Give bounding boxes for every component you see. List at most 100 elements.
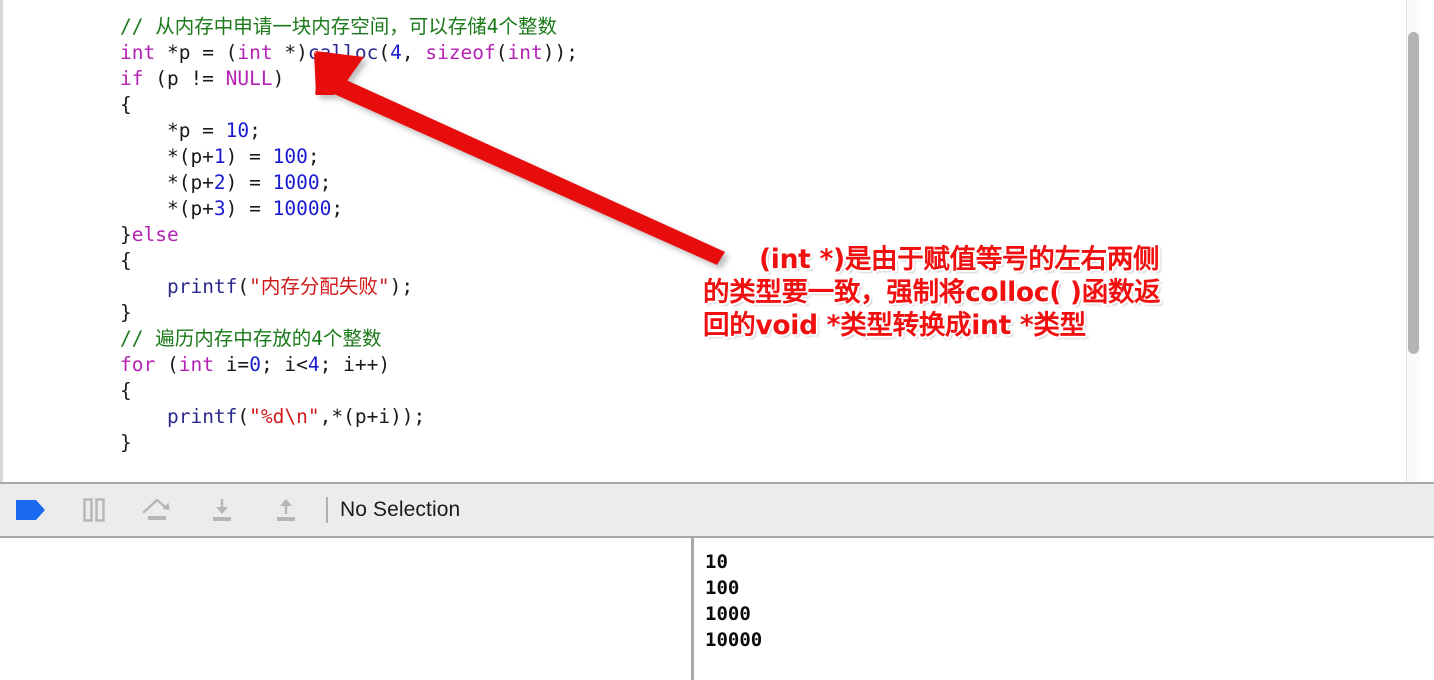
code-token-plain: ; <box>319 171 332 194</box>
code-token-keyword: int <box>237 41 273 64</box>
code-line: { <box>120 378 578 404</box>
code-line: printf("内存分配失败"); <box>120 274 578 300</box>
code-line: int *p = (int *)calloc(4, sizeof(int)); <box>120 40 578 66</box>
code-token-plain: ) = <box>225 145 273 168</box>
code-token-func: printf <box>166 275 238 298</box>
console-line: 100 <box>705 577 740 599</box>
pause-icon <box>83 498 105 522</box>
annotation-line: 的类型要一致，强制将colloc( )函数返 <box>703 277 1161 308</box>
code-token-plain: (p != <box>143 67 226 90</box>
code-token-keyword: else <box>131 223 179 246</box>
toolbar-divider <box>326 497 328 523</box>
code-line: printf("%d\n",*(p+i)); <box>120 404 578 430</box>
code-token-plain: ,*(p+i)); <box>319 405 426 428</box>
code-token-plain: ; <box>331 197 344 220</box>
code-token-plain: } <box>120 223 132 246</box>
code-line: { <box>120 248 578 274</box>
code-line: if (p != NULL) <box>120 66 578 92</box>
code-token-plain: )); <box>542 41 578 64</box>
code-token-plain: ; i++) <box>319 353 391 376</box>
code-token-number: 10 <box>225 119 250 142</box>
editor-vertical-scrollbar[interactable] <box>1406 0 1420 482</box>
code-token-string: "内存分配失败" <box>249 275 390 298</box>
console-line: 10 <box>705 551 728 573</box>
code-token-plain: i= <box>213 353 250 376</box>
code-token-comment: // 从内存中申请一块内存空间，可以存储4个整数 <box>120 15 557 38</box>
code-token-plain: ( <box>495 41 508 64</box>
xcode-window: // 从内存中申请一块内存空间，可以存储4个整数 int *p = (int *)… <box>0 0 1434 680</box>
step-out-icon <box>277 499 295 521</box>
debug-toolbar: No Selection <box>0 482 1434 538</box>
code-token-number: 1000 <box>272 171 320 194</box>
annotation-line: 回的void *类型转换成int *类型 <box>703 310 1086 341</box>
step-out-button[interactable] <box>254 483 318 537</box>
code-token-keyword: int <box>507 41 543 64</box>
code-token-plain: ( <box>237 405 250 428</box>
code-token-plain: *p = ( <box>155 41 238 64</box>
code-line: *(p+1) = 100; <box>120 144 578 170</box>
code-line: *p = 10; <box>120 118 578 144</box>
source-editor[interactable]: // 从内存中申请一块内存空间，可以存储4个整数 int *p = (int *)… <box>3 0 1420 482</box>
code-token-keyword: int <box>178 353 214 376</box>
code-token-plain: *) <box>272 41 308 64</box>
code-line: { <box>120 92 578 118</box>
code-token-keyword: for <box>120 353 156 376</box>
console-line: 1000 <box>705 603 751 625</box>
selection-status-label: No Selection <box>340 498 461 521</box>
console-view[interactable]: 10 100 1000 10000 <box>694 538 1434 680</box>
code-token-number: 0 <box>249 353 261 376</box>
code-token-plain: ) <box>272 67 285 90</box>
code-token-plain: *p = <box>120 119 226 142</box>
code-line: // 从内存中申请一块内存空间，可以存储4个整数 <box>120 14 578 40</box>
code-token-plain: { <box>120 93 132 116</box>
code-token-keyword: if <box>120 67 144 90</box>
annotation-line: (int *)是由于赋值等号的左右两侧 <box>759 244 1160 275</box>
code-token-plain: , <box>401 41 426 64</box>
code-token-keyword: sizeof <box>425 41 496 64</box>
code-token-plain: } <box>120 301 132 324</box>
code-token-keyword: int <box>120 41 156 64</box>
code-token-plain: ( <box>155 353 179 376</box>
code-token-plain: *(p+ <box>120 197 214 220</box>
code-token-plain: } <box>120 431 132 454</box>
code-token-plain: ) = <box>225 171 273 194</box>
annotation-text: (int *)是由于赋值等号的左右两侧 的类型要一致，强制将colloc( )函数… <box>703 243 1293 342</box>
step-over-button[interactable] <box>126 483 190 537</box>
pause-button[interactable] <box>62 483 126 537</box>
variables-view[interactable] <box>0 538 691 680</box>
step-into-icon <box>213 499 231 521</box>
code-token-number: 10000 <box>272 197 332 220</box>
code-token-number: 3 <box>213 197 226 220</box>
code-line: *(p+2) = 1000; <box>120 170 578 196</box>
continue-flag-icon <box>16 500 45 520</box>
code-token-string: "%d\n" <box>249 405 320 428</box>
code-token-keyword: NULL <box>225 67 273 90</box>
step-into-button[interactable] <box>190 483 254 537</box>
code-token-number: 4 <box>307 353 320 376</box>
code-line: *(p+3) = 10000; <box>120 196 578 222</box>
editor-scrollbar-thumb[interactable] <box>1408 32 1419 354</box>
debug-area: 10 100 1000 10000 <box>0 538 1434 680</box>
code-line: // 遍历内存中存放的4个整数 <box>120 326 578 352</box>
code-token-number: 2 <box>213 171 226 194</box>
code-token-plain: ( <box>237 275 250 298</box>
code-token-plain: ) = <box>225 197 273 220</box>
code-token-plain: ( <box>378 41 391 64</box>
code-token-number: 1 <box>213 145 226 168</box>
source-code[interactable]: // 从内存中申请一块内存空间，可以存储4个整数 int *p = (int *)… <box>120 14 578 456</box>
code-token-number: 100 <box>272 145 308 168</box>
console-output: 10 100 1000 10000 <box>705 549 762 653</box>
code-line: } <box>120 300 578 326</box>
code-token-plain: *(p+ <box>120 145 214 168</box>
code-line: }else <box>120 222 578 248</box>
continue-button[interactable] <box>0 483 62 537</box>
code-token-plain: ; <box>307 145 320 168</box>
code-token-comment: // 遍历内存中存放的4个整数 <box>120 327 382 350</box>
code-token-plain: *(p+ <box>120 171 214 194</box>
code-token-func: calloc <box>307 41 379 64</box>
code-token-plain: { <box>120 249 132 272</box>
code-token-plain: ); <box>389 275 414 298</box>
code-token-plain: { <box>120 379 132 402</box>
